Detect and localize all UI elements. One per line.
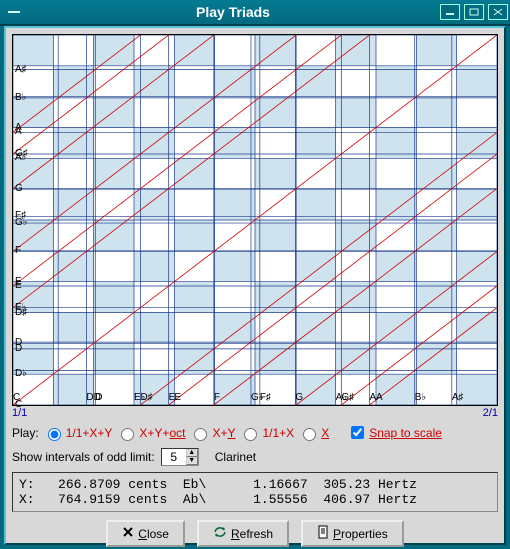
triad-plot[interactable]: CD♭DDD♯E♭EEFG♭F♯GA♭G♯AAB♭A♯ CDDDE♭D♯EEFG… <box>12 34 498 406</box>
close-button[interactable]: CCloselose <box>106 520 185 547</box>
play-opt-1[interactable]: 1/1+X+Y <box>43 425 113 441</box>
spinner-down-icon[interactable]: ▼ <box>186 457 198 465</box>
play-opt-4[interactable]: 1/1+X <box>239 425 294 441</box>
window-title: Play Triads <box>28 4 438 20</box>
play-opt-3-radio[interactable] <box>194 428 207 441</box>
properties-button[interactable]: Properties <box>301 520 404 547</box>
coordinate-readout: Y: 266.8709 cents Eb\ 1.16667 305.23 Her… <box>12 472 498 512</box>
odd-limit-label: Show intervals of odd limit: <box>12 450 155 464</box>
play-opt-3[interactable]: X+Y <box>189 425 235 441</box>
x-range-right: 2/1 <box>483 407 498 419</box>
play-opt-4-radio[interactable] <box>244 428 257 441</box>
window: Play Triads CD♭DDD♯E♭EEFG♭F♯GA♭G♯AAB♭A♯ … <box>0 0 510 549</box>
play-opt-2-radio[interactable] <box>121 428 134 441</box>
properties-icon <box>317 525 329 542</box>
odd-limit-spinner[interactable]: ▲ ▼ <box>161 448 199 466</box>
plot-range-labels: 1/1 2/1 <box>12 407 498 419</box>
snap-to-scale[interactable]: Snap to scale <box>347 423 442 442</box>
client-area: CD♭DDD♯E♭EEFG♭F♯GA♭G♯AAB♭A♯ CDDDE♭D♯EEFG… <box>4 26 506 545</box>
play-opt-5-radio[interactable] <box>303 428 316 441</box>
odd-limit-input[interactable] <box>162 449 186 465</box>
odd-limit-row: Show intervals of odd limit: ▲ ▼ Clarine… <box>12 448 498 466</box>
play-options-row: Play: 1/1+X+Y X+Y+oct X+Y 1/1+X X Snap t… <box>12 423 498 442</box>
instrument-label: Clarinet <box>215 450 256 464</box>
title-bar: Play Triads <box>0 0 510 26</box>
play-opt-1-radio[interactable] <box>48 428 61 441</box>
plot-canvas[interactable] <box>13 35 497 405</box>
maximize-button[interactable] <box>464 4 484 20</box>
play-opt-2[interactable]: X+Y+oct <box>116 425 185 441</box>
play-label: Play: <box>12 426 39 440</box>
dialog-buttons: CCloselose Refresh Properties <box>12 520 498 547</box>
app-menu-icon[interactable] <box>4 2 24 22</box>
snap-checkbox[interactable] <box>351 426 364 439</box>
close-icon <box>122 526 134 541</box>
refresh-button[interactable]: Refresh <box>197 520 289 547</box>
minimize-button[interactable] <box>440 4 460 20</box>
close-window-button[interactable] <box>488 4 508 20</box>
refresh-icon <box>213 526 227 541</box>
spinner-up-icon[interactable]: ▲ <box>186 449 198 457</box>
play-opt-5[interactable]: X <box>298 425 329 441</box>
